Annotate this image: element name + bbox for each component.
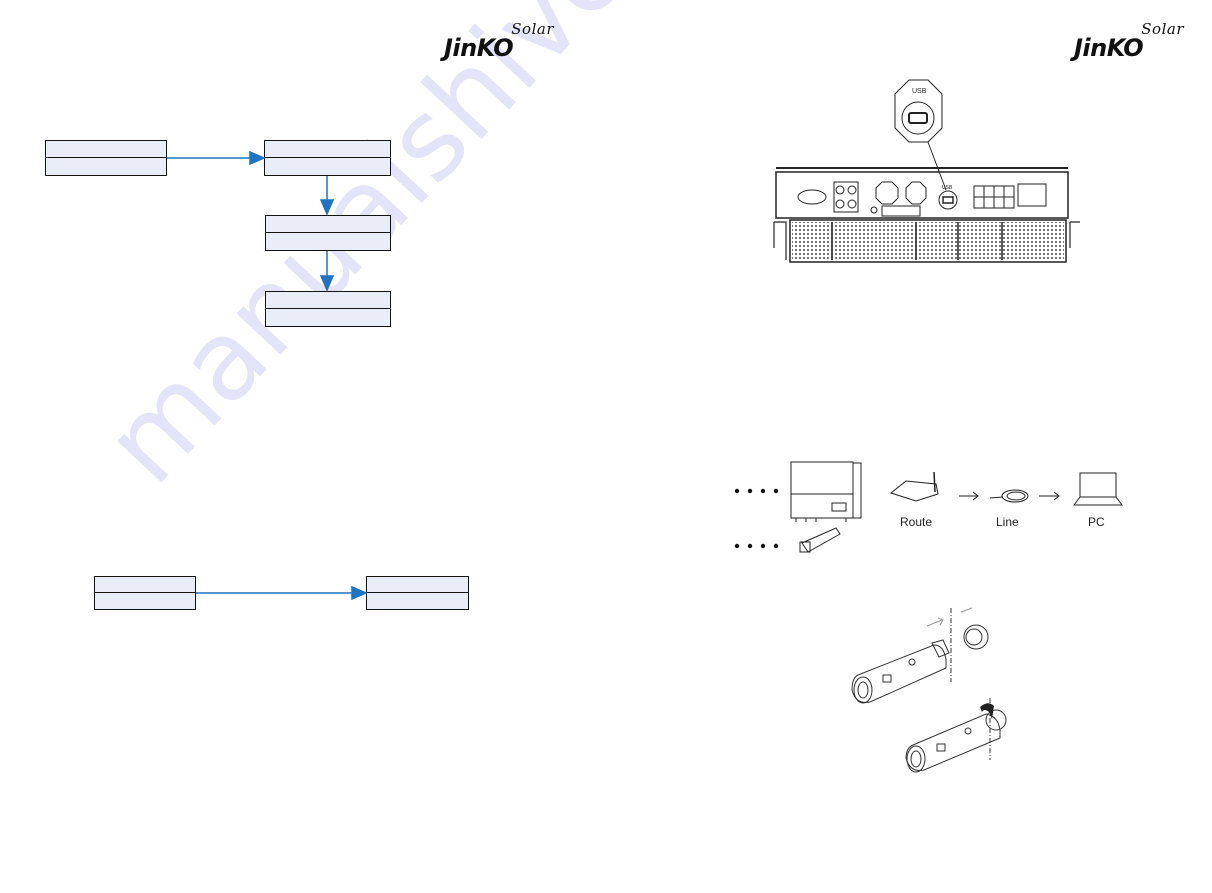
jinko-solar-logo-right: Solar JinKO — [1070, 20, 1190, 64]
vent-grille-fill — [792, 222, 1064, 260]
usb-callout-ring — [901, 101, 935, 135]
flow-box-4-bottom — [266, 308, 390, 326]
callout-leader — [927, 141, 947, 191]
pv-connectors — [833, 181, 859, 213]
flow-box-6 — [366, 576, 469, 610]
flow-arrow-4-head — [351, 585, 368, 601]
router-icon — [889, 480, 939, 502]
flow-box-6-top — [367, 577, 468, 593]
right-page: Solar JinKO USB USB Route Line PC — [606, 0, 1212, 893]
logo-jinko-text: JinKO — [1074, 34, 1144, 62]
flow-box-2-bottom — [265, 157, 390, 175]
inverter-panel-drawing: USB USB — [773, 79, 1080, 263]
flow-box-1-top — [46, 141, 166, 158]
insert-arrow — [926, 617, 944, 627]
flow-arrows — [167, 150, 368, 601]
flow-box-3 — [265, 215, 391, 251]
cable-icon — [1001, 489, 1029, 503]
left-mount-bracket — [773, 221, 787, 260]
flow-box-6-bottom — [367, 592, 468, 609]
flow-arrow-3-head — [319, 275, 335, 292]
dot — [734, 488, 740, 494]
line-label: Line — [996, 515, 1019, 529]
flow-box-1-bottom — [46, 157, 166, 175]
backup-connector — [905, 181, 927, 205]
usb-callout-port — [908, 112, 928, 124]
usb-callout — [894, 79, 943, 143]
flow-box-3-top — [266, 216, 390, 233]
network-diagram: Route Line PC — [734, 461, 1123, 553]
dongle-step1 — [851, 644, 947, 703]
flow-box-5 — [94, 576, 196, 610]
wifi-stick-icon — [801, 527, 841, 553]
pc-label: PC — [1088, 515, 1105, 529]
flow-box-1 — [45, 140, 167, 176]
comm-ports — [973, 185, 1015, 209]
usb-callout-label: USB — [912, 88, 927, 95]
flow-box-4 — [265, 291, 391, 327]
pc-icon — [1079, 472, 1117, 498]
right-mount-bracket — [1069, 221, 1080, 248]
flow-box-5-bottom — [95, 592, 195, 609]
dongle-step2 — [905, 713, 1001, 771]
logo-jinko-text: JinKO — [444, 34, 514, 62]
logo-solar-text: Solar — [1141, 20, 1184, 38]
bat-terminals — [1017, 183, 1047, 207]
router-label: Route — [900, 515, 932, 529]
flow-arrow-2-head — [319, 199, 335, 216]
usb-port-label: USB — [942, 185, 953, 191]
inverter-connector-panel — [775, 171, 1069, 219]
grid-connector — [875, 181, 899, 205]
flow-box-5-top — [95, 577, 195, 593]
flow-box-2-top — [265, 141, 390, 158]
inverter-icon — [790, 461, 854, 519]
flow-box-2 — [264, 140, 391, 176]
dc-switch — [797, 189, 827, 205]
usb-socket — [963, 624, 989, 650]
flow-box-3-bottom — [266, 232, 390, 250]
dongle-install-drawing — [851, 607, 1007, 773]
jinko-solar-logo: Solar JinKO — [440, 20, 560, 64]
dot — [734, 543, 740, 549]
rotate-arrow-icon — [980, 703, 994, 719]
left-page: Solar JinKO — [0, 0, 606, 893]
flow-arrow-1-head — [249, 150, 266, 166]
flow-box-4-top — [266, 292, 390, 309]
usb-port — [938, 190, 958, 210]
logo-solar-text: Solar — [511, 20, 554, 38]
vent-grille — [789, 219, 1067, 263]
